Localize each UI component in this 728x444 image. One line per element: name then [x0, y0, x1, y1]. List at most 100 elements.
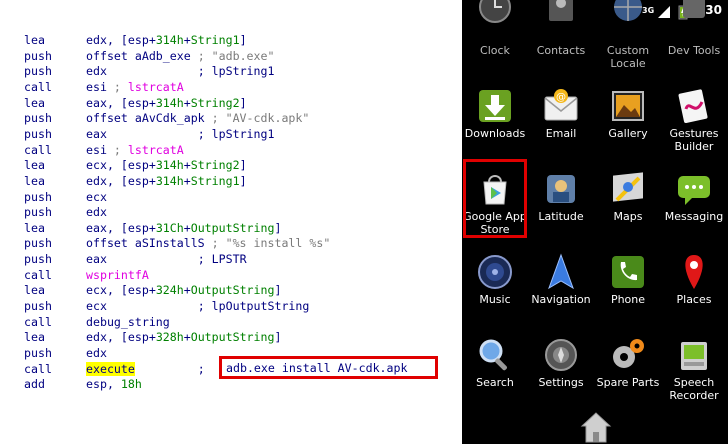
mnemonic: lea — [24, 173, 45, 188]
operand-text: ] — [239, 33, 247, 47]
operand-text: ] — [239, 173, 247, 188]
mnemonic: call — [24, 361, 52, 376]
app-speech-recorder[interactable]: Speech Recorder — [661, 0, 727, 444]
operand-text: edx — [86, 205, 107, 220]
mnemonic: call — [24, 314, 52, 329]
mnemonic: push — [24, 189, 52, 204]
app-label: Search — [476, 376, 514, 389]
operand-text: eax — [86, 252, 198, 267]
operand-text: ; lpString1 — [197, 126, 275, 141]
operand-text: OutputString — [190, 283, 275, 298]
api-call: lstrcatA — [127, 79, 184, 94]
operands: offset aSInstallS ; "%s install %s" — [86, 236, 330, 251]
operand-text: 314h — [155, 33, 184, 47]
operands: ecx ; lpOutputString — [86, 299, 309, 314]
mnemonic: push — [24, 111, 52, 126]
operand-text: ] — [239, 95, 247, 110]
operand-text: 314h — [155, 158, 184, 173]
mnemonic: call — [24, 79, 52, 94]
operands: esi ; lstrcatA — [86, 80, 184, 95]
operand-text: 324h — [155, 283, 184, 298]
app-label: Settings — [538, 376, 584, 389]
operand-text: + — [183, 158, 191, 173]
mnemonic: push — [24, 252, 52, 267]
highlighted-comment: adb.exe install AV-cdk.apk — [226, 361, 408, 375]
mnemonic: add — [24, 377, 45, 392]
comment: ; "%s install %s" — [211, 236, 331, 251]
comment: ; — [113, 142, 128, 157]
operand-text: ; lpString1 — [197, 64, 275, 79]
operands: edx, [esp+328h+OutputString] — [86, 330, 281, 345]
operand-text: offset aAdb_exe — [86, 48, 198, 63]
operand-text: edx — [86, 64, 198, 79]
operand-text: offset aSInstallS — [86, 236, 212, 251]
mnemonic: call — [24, 267, 52, 282]
operands: edx — [86, 346, 107, 361]
operand-text: ; lpOutputString — [197, 299, 310, 314]
operands: wsprintfA — [86, 268, 149, 283]
operand-text: esi — [86, 79, 114, 94]
operand-text: + — [183, 330, 191, 345]
operand-text: ] — [274, 283, 282, 298]
operand-text: edx, [esp+ — [86, 330, 156, 345]
operand-text: OutputString — [190, 220, 275, 235]
mnemonic: lea — [24, 158, 45, 173]
mnemonic: call — [24, 142, 52, 157]
operands: offset aAdb_exe ; "adb.exe" — [86, 49, 274, 64]
execute-call: execute — [86, 361, 135, 376]
operand-text: String1 — [190, 33, 240, 47]
operand-text: ] — [239, 158, 247, 173]
operands: execute ; — [86, 361, 205, 377]
operand-text: OutputString — [190, 330, 275, 345]
operands: esp, 18h — [86, 377, 142, 392]
mnemonic: push — [24, 346, 52, 360]
mnemonic: lea — [24, 330, 45, 345]
operand-text: ] — [274, 330, 282, 345]
operands: eax, [esp+314h+String2] — [86, 96, 247, 111]
mnemonic: lea — [24, 220, 45, 235]
operand-text: ecx — [86, 189, 107, 204]
operands: ecx, [esp+324h+OutputString] — [86, 283, 281, 298]
mnemonic: push — [24, 205, 52, 220]
operands: edx ; lpString1 — [86, 64, 274, 79]
operand-text: 314h — [155, 95, 184, 110]
speech-recorder-icon — [681, 342, 707, 370]
operand-text: ecx, [esp+ — [86, 283, 156, 298]
operand-text: String2 — [190, 95, 240, 110]
operands: edx, [esp+314h+String1] — [86, 174, 247, 189]
mnemonic: push — [24, 236, 52, 251]
operand-text: + — [183, 173, 191, 188]
operand-text: + — [183, 95, 191, 110]
mnemonic: lea — [24, 95, 45, 110]
app-label: Spare Parts — [596, 376, 660, 389]
operand-text: eax — [86, 126, 198, 141]
operand-text: esp, — [86, 377, 121, 392]
operand-text: offset aAvCdk_apk — [86, 111, 212, 126]
operands: debug_string — [86, 315, 170, 330]
api-call: wsprintfA — [86, 267, 149, 282]
comment: ; "AV-cdk.apk" — [211, 111, 310, 126]
operands: ecx — [86, 190, 107, 205]
operands: edx — [86, 205, 107, 220]
operands: offset aAvCdk_apk ; "AV-cdk.apk" — [86, 111, 309, 126]
settings-icon — [545, 339, 577, 371]
operand-text: ecx — [86, 299, 198, 314]
app-spare-parts[interactable]: Spare Parts — [595, 0, 661, 444]
mnemonic: push — [24, 126, 52, 141]
comment: ; "adb.exe" — [197, 48, 275, 63]
operands: esi ; lstrcatA — [86, 143, 184, 158]
spare-parts-icon — [613, 339, 644, 368]
operands: eax, [esp+31Ch+OutputString] — [86, 221, 281, 236]
operand-text: eax, [esp+ — [86, 220, 156, 235]
operand-text: esi — [86, 142, 114, 157]
app-settings[interactable]: Settings — [528, 0, 594, 444]
operand-text: 328h — [155, 330, 184, 345]
app-store-selection-box — [463, 159, 527, 238]
operand-text: 31Ch — [155, 220, 184, 235]
home-icon[interactable] — [580, 410, 612, 444]
operand-text: + — [183, 33, 191, 47]
operand-text: String2 — [190, 158, 240, 173]
operands: ecx, [esp+314h+String2] — [86, 158, 247, 173]
mnemonic: push — [24, 299, 52, 314]
mnemonic: push — [24, 64, 52, 79]
